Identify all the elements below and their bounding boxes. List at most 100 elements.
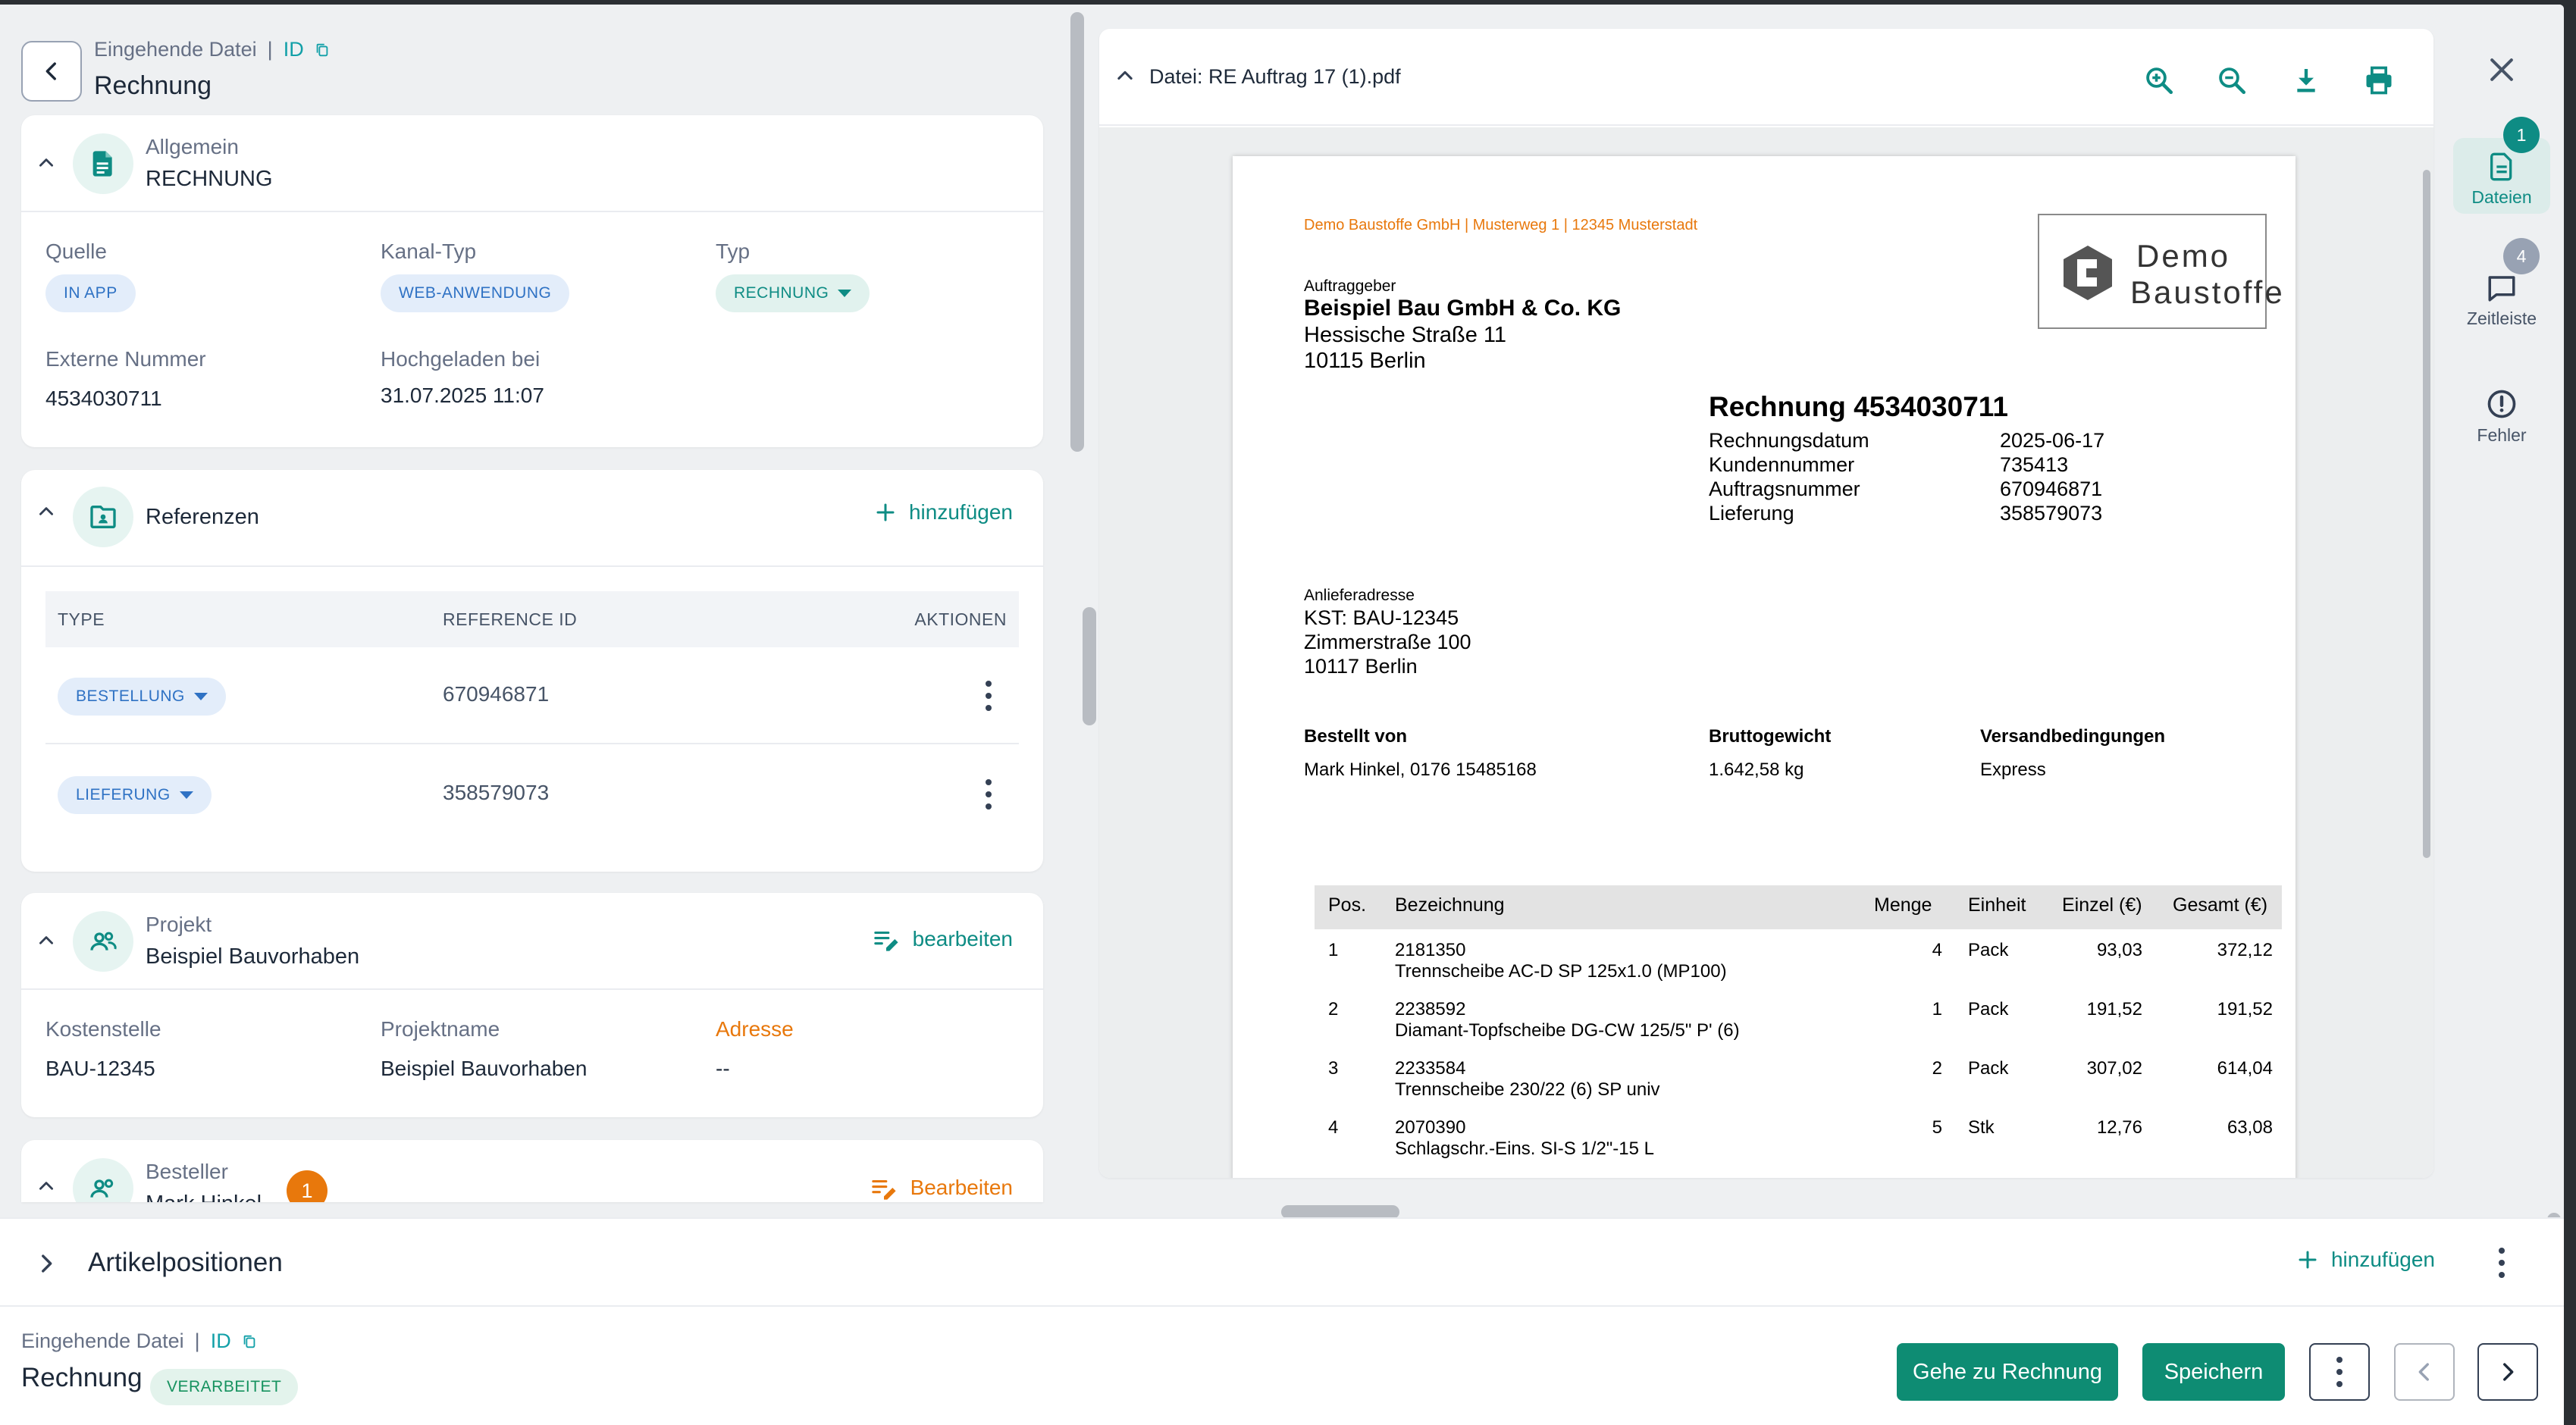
type-dropdown[interactable]: LIEFERUNG [58,776,212,814]
app-window: Eingehende Datei | ID Rechnung Allgemein R… [0,5,2564,1425]
goto-invoice-button[interactable]: Gehe zu Rechnung [1897,1343,2118,1401]
item-number: 410119 [1395,1176,1454,1178]
table-row: LIEFERUNG 358579073 [45,746,1019,843]
table-header: TYPE REFERENCE ID AKTIONEN [45,591,1019,647]
document-viewer: Datei: RE Auftrag 17 (1).pdf Demo Bausto… [1099,29,2433,1178]
breadcrumb-label: Eingehende Datei [21,1329,184,1352]
close-icon[interactable] [2485,53,2518,86]
copy-icon[interactable] [241,1333,258,1350]
item-pos: 3 [1328,1058,1339,1079]
chevron-up-icon[interactable] [1114,65,1136,86]
allgemein-card: Allgemein RECHNUNG Quelle IN APP Kanal-T… [21,115,1043,447]
more-vert-icon[interactable] [986,681,992,711]
rail-zeitleiste[interactable]: 4 Zeitleiste [2453,238,2550,335]
upload-value: 31.07.2025 11:07 [381,384,544,407]
collapse-toggle[interactable] [36,1176,56,1196]
item-number: 2070390 [1395,1117,1466,1138]
kostenstelle-label: Kostenstelle [45,1017,161,1041]
download-icon[interactable] [2289,64,2323,97]
caret-down-icon [838,290,852,297]
id-link[interactable]: ID [284,38,304,61]
chevron-right-icon[interactable] [33,1251,59,1276]
table-row: BESTELLUNG 670946871 [45,647,1019,744]
referenzen-card: Referenzen hinzufügen TYPE REFERENCE ID … [21,470,1043,872]
zoom-in-icon[interactable] [2142,64,2176,97]
item-qty: 4 [1932,940,1942,960]
item-total: 670,50 [2217,1176,2273,1178]
delivery-line: KST: BAU-12345 [1304,606,1459,629]
splitter-handle[interactable] [1083,607,1096,725]
chevron-up-icon [39,936,53,944]
column-header: TYPE [58,609,105,629]
item-unit: Pack [1968,1176,2008,1178]
section-label: Allgemein [146,135,239,158]
id-link[interactable]: ID [211,1329,231,1352]
previous-button[interactable] [2394,1343,2455,1401]
item-total: 614,04 [2217,1058,2273,1079]
zoom-out-icon[interactable] [2215,64,2249,97]
save-button[interactable]: Speichern [2142,1343,2285,1401]
invoice-title: Rechnung 4534030711 [1709,391,2008,422]
viewer-scrollbar[interactable] [2423,170,2430,858]
projektname-label: Projektname [381,1017,500,1041]
item-column-header: Menge [1874,894,1932,916]
reference-id: 358579073 [443,781,550,804]
item-total: 63,08 [2227,1117,2273,1138]
item-total: 191,52 [2217,999,2273,1019]
more-vert-icon[interactable] [2499,1248,2505,1278]
back-button[interactable] [21,41,82,102]
item-number: 2181350 [1395,940,1466,960]
people-icon [73,1158,133,1202]
client-label: Auftraggeber [1304,277,1396,295]
next-button[interactable] [2477,1343,2538,1401]
company-logo: Demo Baustoffe [2038,214,2283,329]
edit-orderer-button[interactable]: Bearbeiten [870,1175,1013,1201]
ordered-by-label: Bestellt von [1304,726,1408,747]
collapse-toggle[interactable] [36,502,56,521]
item-description: Trennscheibe AC-D SP 125x1.0 (MP100) [1395,961,1727,982]
meta-value: 358579073 [2000,502,2103,525]
typ-value: RECHNUNG [734,284,829,302]
more-options-button[interactable] [2309,1343,2370,1401]
item-description: Schlagschr.-Eins. SI-S 1/2"-15 L [1395,1138,1655,1159]
item-description: Diamant-Topfscheibe DG-CW 125/5" P' (6) [1395,1020,1740,1041]
weight-label: Bruttogewicht [1709,726,1832,747]
more-vert-icon[interactable] [986,779,992,810]
pdf-canvas[interactable]: Demo Baustoffe GmbH | Musterweg 1 | 1234… [1099,127,2433,1178]
item-unit: Pack [1968,940,2009,960]
item-unit: Stk [1968,1117,1995,1138]
pdf-page: Demo Baustoffe GmbH | Musterweg 1 | 1234… [1233,156,2296,1178]
item-price: 191,52 [2086,999,2142,1019]
upload-label: Hochgeladen bei [381,347,541,371]
referenzen-title: Referenzen [146,505,259,529]
collapse-toggle[interactable] [36,153,56,173]
typ-dropdown[interactable]: RECHNUNG [716,274,870,312]
collapse-toggle[interactable] [36,931,56,951]
breadcrumb-label: Eingehende Datei [94,38,257,61]
plus-icon [876,503,895,521]
type-dropdown[interactable]: BESTELLUNG [58,678,226,716]
copy-icon[interactable] [314,42,331,58]
file-icon [2490,152,2512,181]
add-article-button[interactable]: hinzufügen [2296,1248,2435,1272]
viewer-toolbar: Datei: RE Auftrag 17 (1).pdf [1099,29,2433,126]
edit-project-button[interactable]: bearbeiten [872,926,1013,952]
item-pos: 2 [1328,999,1339,1019]
breadcrumb-separator: | [194,1329,200,1352]
rail-dateien[interactable]: 1 Dateien [2453,117,2550,214]
add-reference-button[interactable]: hinzufügen [874,500,1013,525]
page-title: Rechnung [94,71,212,100]
item-qty: 2 [1932,1058,1942,1079]
adresse-value: -- [716,1057,730,1080]
meta-key: Lieferung [1709,502,1794,525]
rail-fehler[interactable]: Fehler [2453,376,2550,452]
item-column-header: Pos. [1328,894,1367,916]
item-total: 372,12 [2217,940,2273,960]
add-label: hinzufügen [2330,1248,2435,1271]
items-table-header: Pos. Bezeichnung Menge Einheit Einzel (€… [1315,885,2282,929]
plus-icon [2299,1251,2317,1269]
item-unit: Pack [1968,1058,2009,1079]
left-scrollbar[interactable] [1070,12,1084,452]
print-icon[interactable] [2362,64,2396,97]
referenzen-header: Referenzen hinzufügen [21,470,1043,567]
